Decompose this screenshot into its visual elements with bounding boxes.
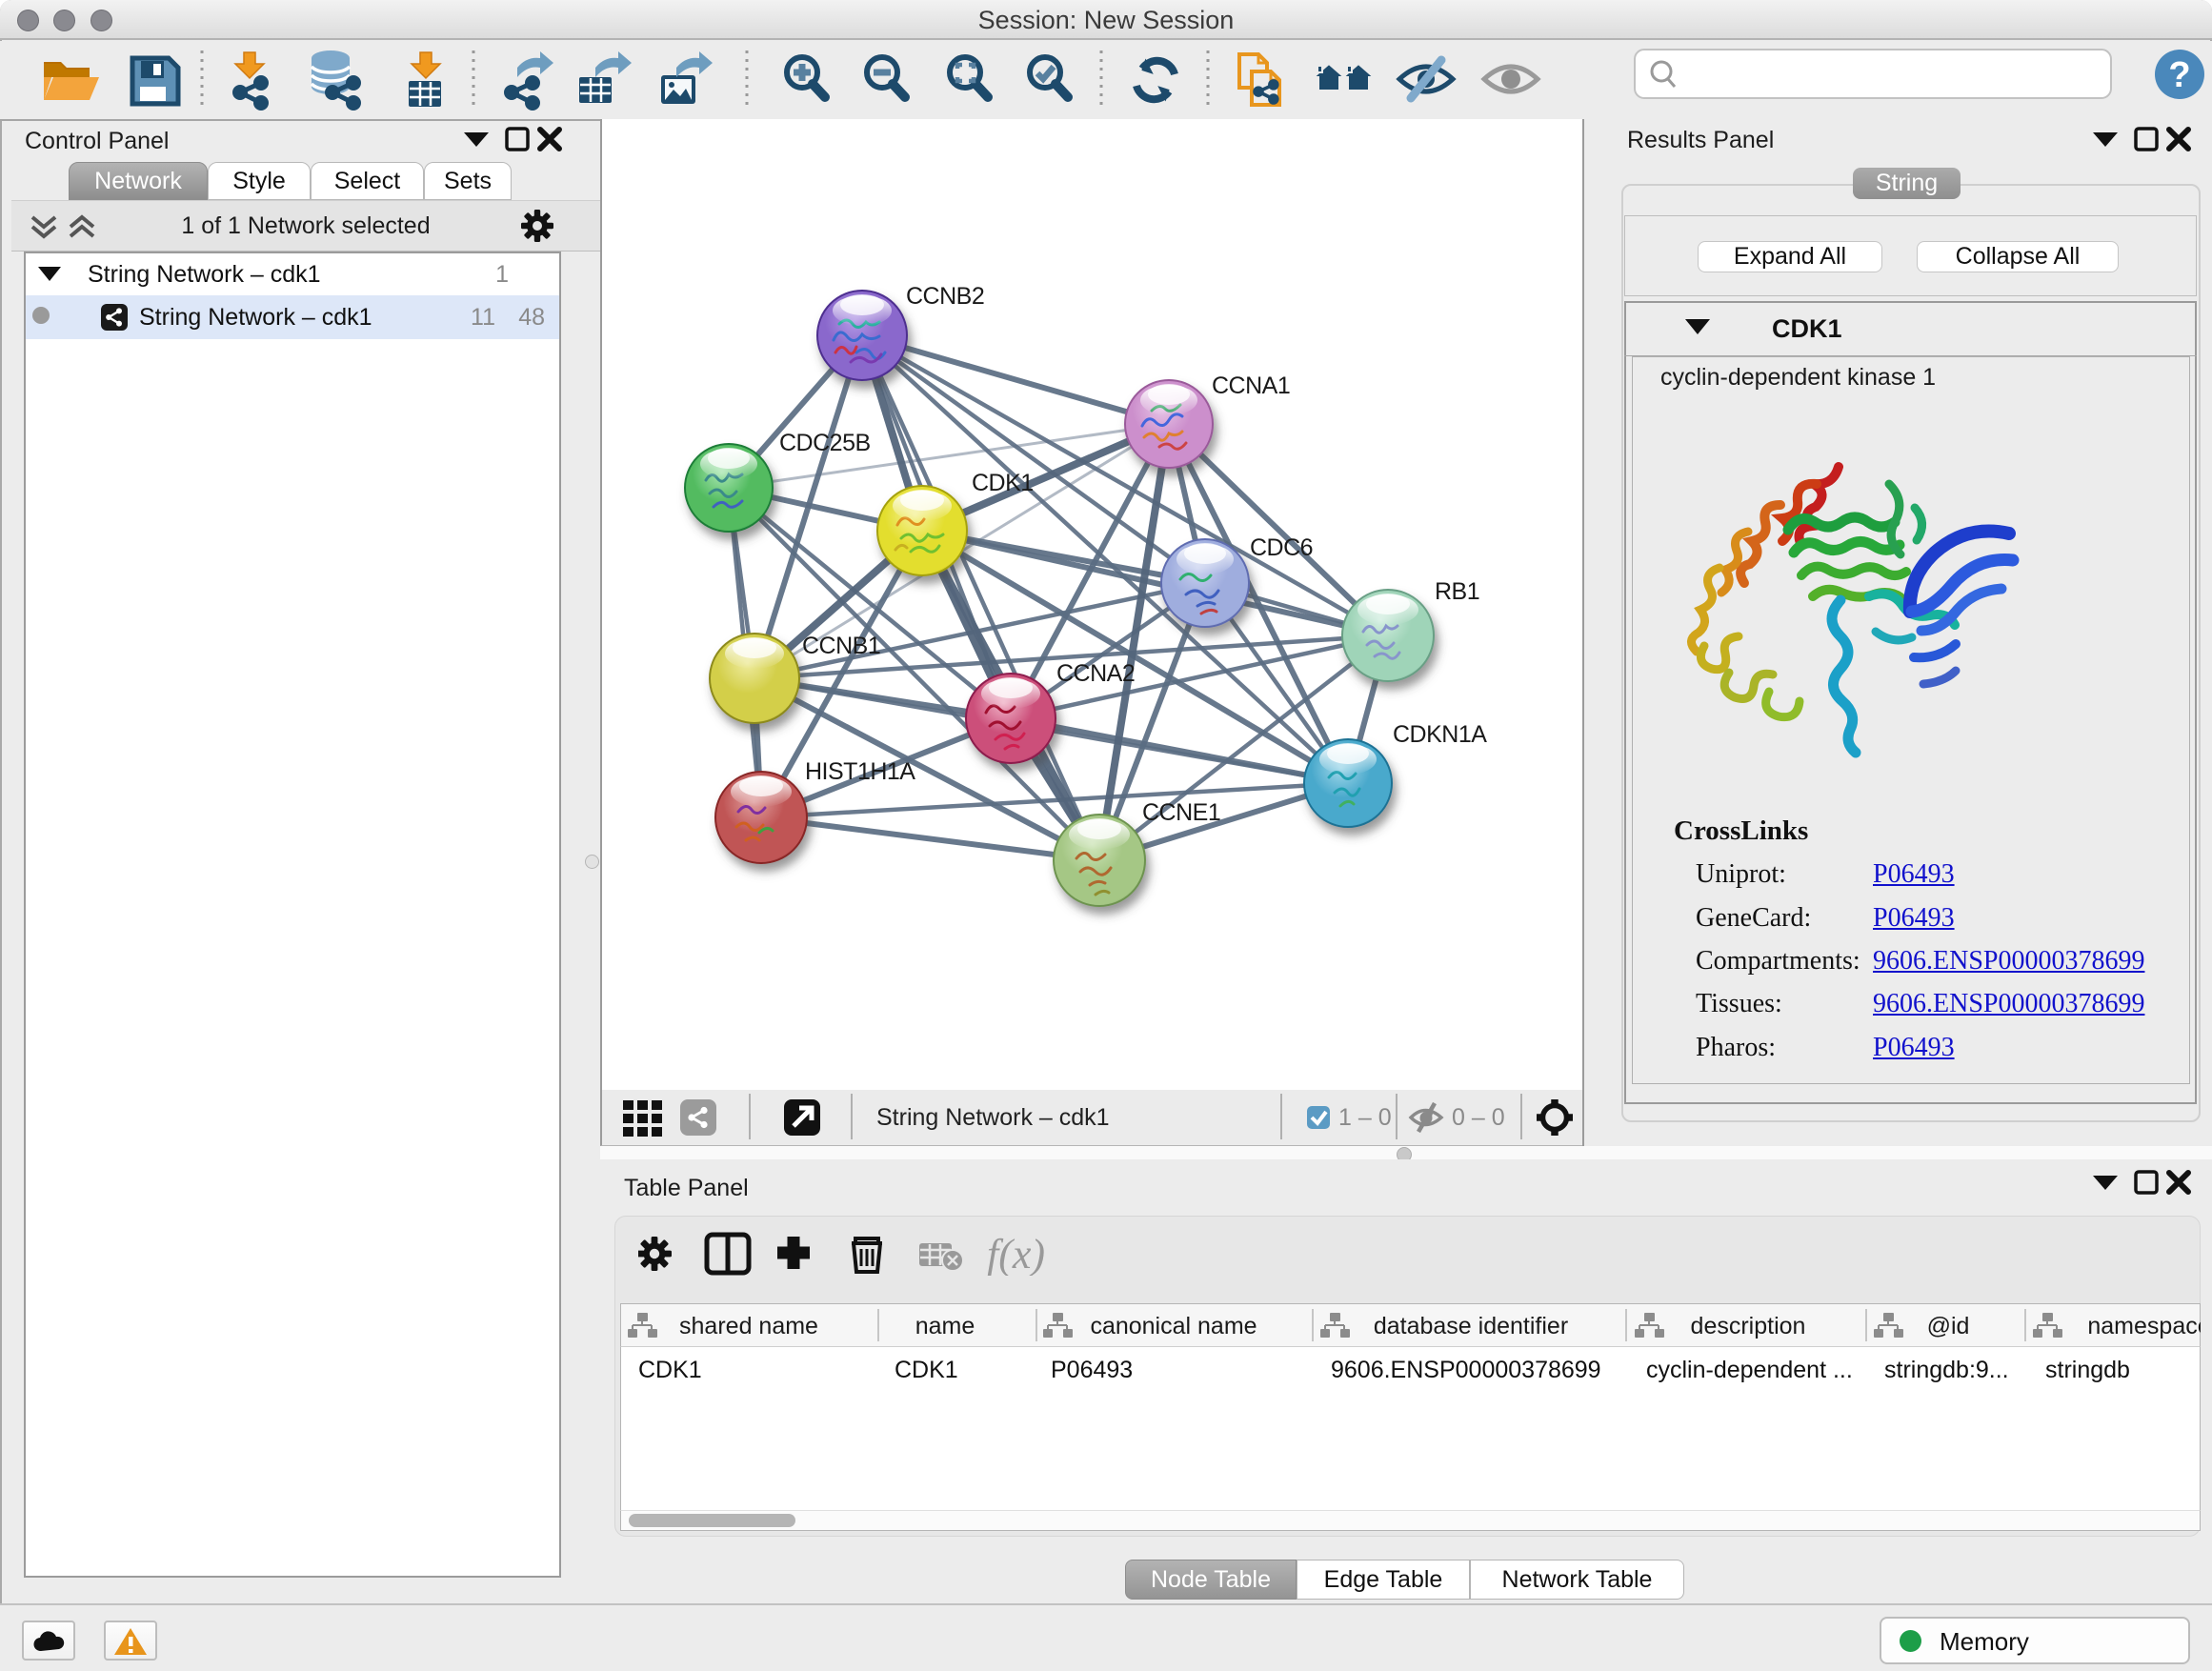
svg-text:database identifier: database identifier <box>1374 1313 1568 1339</box>
svg-text:CCNE1: CCNE1 <box>1142 799 1220 826</box>
svg-text:RB1: RB1 <box>1435 578 1479 605</box>
svg-text:?: ? <box>2168 55 2190 95</box>
svg-text:CCNA1: CCNA1 <box>1212 372 1290 399</box>
svg-text:name: name <box>915 1313 975 1339</box>
svg-text:CDC25B: CDC25B <box>779 430 871 456</box>
svg-text:0 – 0: 0 – 0 <box>1452 1104 1505 1131</box>
svg-text:CDKN1A: CDKN1A <box>1393 721 1487 748</box>
svg-text:namespace: namespace <box>2087 1313 2201 1339</box>
svg-text:description: description <box>1691 1313 1806 1339</box>
svg-text:CDC6: CDC6 <box>1250 534 1313 561</box>
svg-text:HIST1H1A: HIST1H1A <box>805 758 915 785</box>
svg-text:@id: @id <box>1927 1313 1970 1339</box>
svg-text:1 – 0: 1 – 0 <box>1338 1104 1392 1131</box>
svg-text:CCNB2: CCNB2 <box>906 283 984 310</box>
svg-text:CDK1: CDK1 <box>972 470 1034 496</box>
svg-text:shared name: shared name <box>679 1313 818 1339</box>
svg-text:f(x): f(x) <box>987 1232 1045 1276</box>
svg-text:CCNA2: CCNA2 <box>1056 660 1135 687</box>
svg-text:canonical name: canonical name <box>1090 1313 1257 1339</box>
svg-text:CCNB1: CCNB1 <box>802 633 880 659</box>
svg-text:String Network – cdk1: String Network – cdk1 <box>876 1104 1110 1131</box>
